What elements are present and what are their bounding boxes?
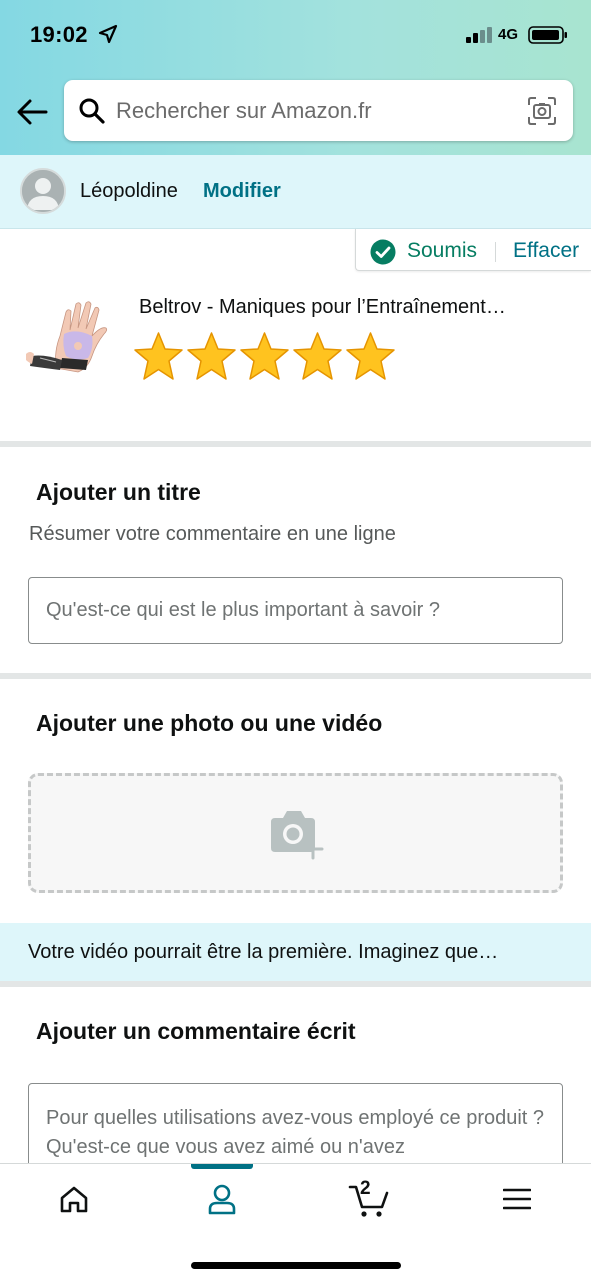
media-section-heading: Ajouter une photo ou une vidéo (36, 710, 383, 736)
section-divider (0, 441, 591, 447)
product-title: Beltrov - Maniques pour l’Entraînement… (139, 296, 506, 318)
written-review-heading: Ajouter un commentaire écrit (36, 1018, 356, 1044)
review-title-input[interactable] (28, 577, 563, 644)
video-info-text: Votre vidéo pourrait être la première. I… (28, 941, 499, 963)
chip-divider (495, 242, 496, 262)
app-header: 19:02 4G (0, 0, 591, 155)
search-icon (79, 98, 105, 124)
hamburger-menu-icon (503, 1188, 531, 1210)
user-icon (208, 1184, 236, 1215)
location-arrow-icon (98, 24, 118, 44)
status-time: 19:02 (30, 22, 88, 47)
camera-search-icon[interactable] (527, 96, 557, 126)
star-rating[interactable] (132, 331, 397, 383)
avatar (20, 168, 66, 214)
cellular-signal-icon (466, 27, 492, 43)
title-section-heading: Ajouter un titre (36, 479, 201, 505)
battery-icon (528, 26, 567, 44)
nav-home[interactable] (34, 1164, 114, 1234)
star-icon[interactable] (185, 331, 238, 383)
review-status-chip: Soumis Effacer (355, 229, 591, 271)
back-button[interactable] (12, 94, 52, 130)
section-divider (0, 981, 591, 987)
user-avatar-icon (22, 170, 64, 212)
star-icon[interactable] (132, 331, 185, 383)
profile-name: Léopoldine (80, 180, 178, 202)
clear-button[interactable]: Effacer (513, 239, 579, 263)
modify-profile-link[interactable]: Modifier (203, 180, 281, 203)
bottom-navigation: 2 (0, 1163, 591, 1280)
submitted-status: Soumis (407, 239, 478, 262)
section-divider (0, 673, 591, 679)
search-input[interactable] (116, 80, 516, 141)
search-bar[interactable] (64, 80, 573, 141)
nav-cart[interactable]: 2 (330, 1164, 410, 1234)
add-photo-icon (271, 811, 324, 860)
product-image (26, 301, 108, 373)
nav-menu[interactable] (477, 1164, 557, 1234)
video-info-banner[interactable]: Votre vidéo pourrait être la première. I… (0, 923, 591, 981)
status-bar: 19:02 4G (0, 0, 591, 70)
network-type: 4G (498, 26, 519, 43)
star-icon[interactable] (344, 331, 397, 383)
star-icon[interactable] (291, 331, 344, 383)
title-section-subtitle: Résumer votre commentaire en une ligne (29, 523, 396, 545)
cart-icon (348, 1185, 389, 1217)
home-icon (60, 1186, 88, 1213)
home-indicator[interactable] (191, 1262, 401, 1269)
star-icon[interactable] (238, 331, 291, 383)
media-upload-area[interactable] (28, 773, 563, 893)
profile-bar: Léopoldine Modifier (0, 155, 591, 229)
nav-profile[interactable] (182, 1164, 262, 1234)
check-circle-icon (370, 239, 396, 265)
back-arrow-icon (17, 99, 48, 125)
